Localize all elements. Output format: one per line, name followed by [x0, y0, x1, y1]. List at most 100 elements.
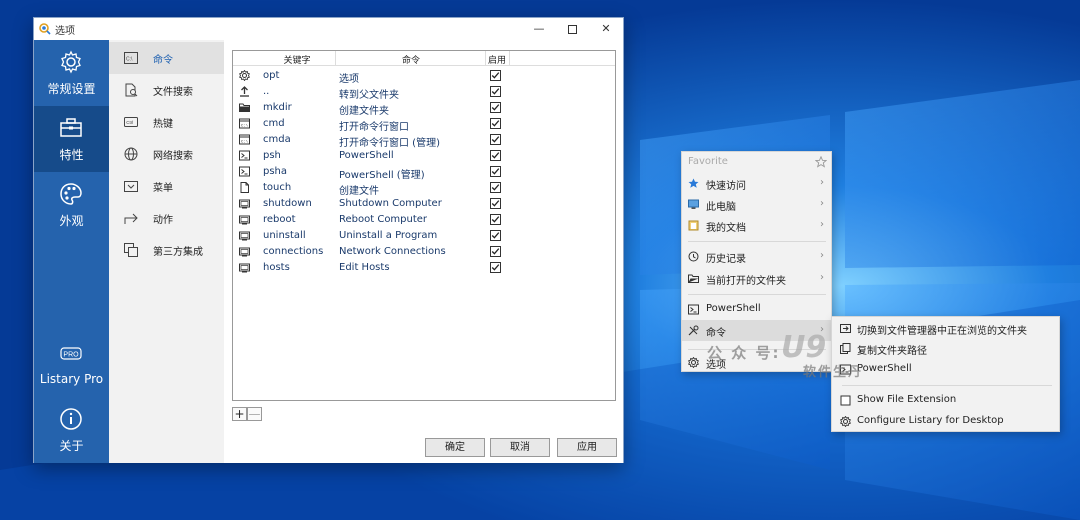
add-command-button[interactable]: + [232, 407, 247, 421]
enabled-checkbox[interactable] [490, 198, 501, 209]
checkmark-icon [491, 232, 500, 239]
cancel-button[interactable]: 取消 [490, 438, 550, 457]
enabled-checkbox[interactable] [490, 262, 501, 273]
maximize-button[interactable] [555, 18, 589, 40]
svg-text:PRO: PRO [63, 352, 79, 359]
apply-button[interactable]: 应用 [557, 438, 617, 457]
checkmark-icon [491, 88, 500, 95]
enabled-checkbox[interactable] [490, 118, 501, 129]
enabled-checkbox[interactable] [490, 150, 501, 161]
main-nav-features[interactable]: 特性 [34, 106, 109, 172]
main-nav-about[interactable]: 关于 [34, 397, 109, 463]
column-header-enabled[interactable]: 启用 [486, 53, 508, 66]
sub-nav-menu[interactable]: 菜单 [109, 170, 224, 202]
sub-nav-hotkeys[interactable]: Ctrl 热键 [109, 106, 224, 138]
context-menu-item[interactable]: 当前打开的文件夹 › [682, 268, 831, 289]
commands-panel: 关键字 命令 启用 opt 选项.. 转到父文件夹 mkdir 创建文件夹 C:\ cmd 打… [224, 40, 623, 463]
palette-icon [60, 183, 82, 205]
row-keyword: cmda [263, 134, 291, 145]
chevron-right-icon: › [820, 219, 824, 230]
enabled-checkbox[interactable] [490, 70, 501, 81]
row-command: Shutdown Computer [339, 198, 442, 209]
sub-nav-integration[interactable]: 第三方集成 [109, 234, 224, 266]
context-menu-item[interactable]: 历史记录 › [682, 246, 831, 267]
context-menu-item[interactable]: 此电脑 › [682, 194, 831, 215]
remove-command-button[interactable]: — [247, 407, 262, 421]
table-row[interactable]: touch 创建文件 [233, 180, 615, 197]
main-nav: 常规设置 特性 外观 PRO Listary Pro 关于 [34, 40, 109, 463]
minimize-button[interactable]: — [522, 18, 556, 40]
table-row[interactable]: reboot Reboot Computer [233, 212, 615, 228]
sub-nav-label: 动作 [153, 215, 173, 226]
table-row[interactable]: hosts Edit Hosts [233, 260, 615, 276]
sub-nav-web-search[interactable]: 网络搜索 [109, 138, 224, 170]
row-keyword: psha [263, 166, 288, 177]
checkmark-icon [491, 216, 500, 223]
ok-button[interactable]: 确定 [425, 438, 485, 457]
sub-nav-commands[interactable]: C:\ 命令 [109, 42, 224, 74]
submenu-item-label: Configure Listary for Desktop [857, 415, 1004, 426]
table-row[interactable]: mkdir 创建文件夹 [233, 100, 615, 117]
table-row[interactable]: shutdown Shutdown Computer [233, 196, 615, 212]
column-header-keyword[interactable]: 关键字 [261, 53, 333, 66]
enabled-checkbox[interactable] [490, 214, 501, 225]
row-command: 打开命令行窗口 [339, 122, 409, 133]
terminal-icon: C:\ [239, 118, 250, 129]
globe-icon [124, 147, 138, 161]
sub-nav-file-search[interactable]: 文件搜索 [109, 74, 224, 106]
main-nav-general[interactable]: 常规设置 [34, 40, 109, 106]
submenu-item[interactable]: Show File Extension [832, 390, 1059, 411]
main-nav-appearance[interactable]: 外观 [34, 172, 109, 238]
chevron-right-icon: › [820, 177, 824, 188]
table-row[interactable]: .. 转到父文件夹 [233, 84, 615, 101]
svg-text:C:\: C:\ [126, 57, 133, 63]
context-menu-item[interactable]: 快速访问 › [682, 173, 831, 194]
star-outline-icon[interactable] [815, 156, 827, 168]
row-command: Uninstall a Program [339, 230, 438, 241]
command-icon: C:\ [124, 52, 138, 64]
submenu-item-label: Show File Extension [857, 394, 957, 405]
table-row[interactable]: uninstall Uninstall a Program [233, 228, 615, 244]
enabled-checkbox[interactable] [490, 102, 501, 113]
main-nav-label: Listary Pro [39, 372, 104, 386]
commands-submenu: 切换到文件管理器中正在浏览的文件夹复制文件夹路径 PowerShell Show F… [831, 316, 1060, 432]
pro-badge-icon: PRO [60, 347, 82, 360]
enabled-checkbox[interactable] [490, 166, 501, 177]
menu-item-label: 快速访问 [706, 181, 746, 192]
action-icon [124, 213, 138, 224]
close-button[interactable]: ✕ [589, 18, 623, 40]
context-menu-item[interactable]: PowerShell [682, 299, 831, 320]
enabled-checkbox[interactable] [490, 246, 501, 257]
watermark-line2: 软件生丹 [803, 365, 864, 380]
enabled-checkbox[interactable] [490, 230, 501, 241]
table-row[interactable]: C:\ cmd 打开命令行窗口 [233, 116, 615, 133]
column-header-command[interactable]: 命令 [337, 53, 485, 66]
submenu-item[interactable]: PowerShell [832, 359, 1059, 380]
table-row[interactable]: C:\ cmda 打开命令行窗口 (管理) [233, 132, 615, 149]
table-row[interactable]: connections Network Connections [233, 244, 615, 260]
checkmark-icon [491, 120, 500, 127]
checkmark-icon [491, 168, 500, 175]
main-nav-listary-pro[interactable]: PRO Listary Pro [34, 332, 109, 398]
table-row[interactable]: psh PowerShell [233, 148, 615, 164]
table-row[interactable]: psha PowerShell (管理) [233, 164, 615, 181]
enabled-checkbox[interactable] [490, 134, 501, 145]
checkmark-icon [491, 264, 500, 271]
context-menu-item[interactable]: 我的文档 › [682, 215, 831, 236]
row-command: 创建文件夹 [339, 106, 389, 117]
submenu-item[interactable]: 切换到文件管理器中正在浏览的文件夹 [832, 318, 1059, 339]
enabled-checkbox[interactable] [490, 182, 501, 193]
menu-item-label: PowerShell [706, 303, 761, 314]
submenu-item[interactable]: 复制文件夹路径 [832, 338, 1059, 359]
submenu-item-label: 复制文件夹路径 [857, 346, 927, 357]
file-search-icon [125, 83, 138, 97]
table-row[interactable]: opt 选项 [233, 68, 615, 85]
row-keyword: opt [263, 70, 280, 81]
title-bar[interactable]: 选项 — ✕ [34, 18, 623, 40]
sub-nav-actions[interactable]: 动作 [109, 202, 224, 234]
enabled-checkbox[interactable] [490, 86, 501, 97]
row-keyword: .. [263, 86, 270, 97]
submenu-item[interactable]: Configure Listary for Desktop [832, 411, 1059, 432]
row-command: 打开命令行窗口 (管理) [339, 138, 440, 149]
row-command: PowerShell [339, 150, 394, 161]
